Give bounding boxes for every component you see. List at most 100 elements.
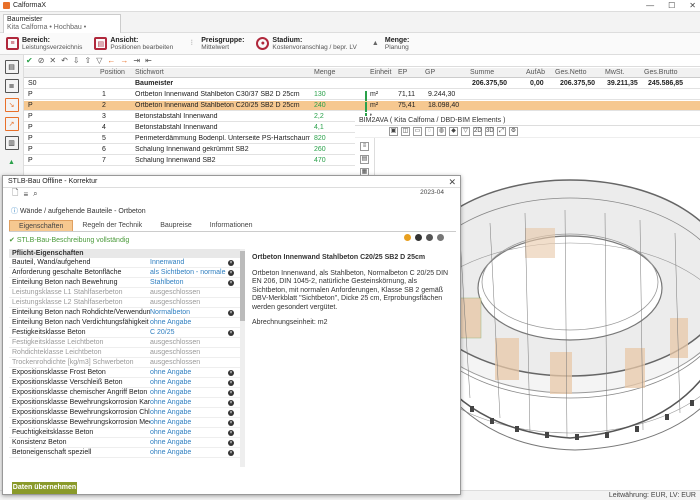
check-icon[interactable]: ✔ — [26, 56, 33, 65]
settings-icon[interactable] — [437, 234, 444, 241]
property-row[interactable]: Leistungsklasse L2 Stahlfaserbeton ausges… — [9, 298, 240, 308]
ribbon-menge[interactable]: ▲ Menge: Planung — [369, 37, 409, 51]
color-icon[interactable]: ◆ — [449, 127, 458, 136]
view-3d-icon[interactable]: 3D — [485, 127, 494, 136]
maximize-button[interactable]: ☐ — [668, 1, 675, 10]
col-gp[interactable]: GP — [425, 69, 435, 76]
new-doc-icon[interactable]: 🗋 — [12, 187, 18, 201]
filter-icon[interactable]: ▽ — [96, 56, 102, 65]
col-aufab[interactable]: AufAb — [526, 69, 545, 76]
scrollbar-thumb[interactable] — [240, 251, 245, 321]
warning-icon[interactable]: ▲ — [5, 155, 19, 169]
close-button[interactable]: ✕ — [689, 1, 696, 10]
ribbon-stadium[interactable]: ● Stadium: Kostenvoranschlag / bepr. LV — [256, 37, 357, 51]
star-icon[interactable] — [426, 234, 433, 241]
property-row[interactable]: Bauteil, Wand/aufgehend Innenwand × — [9, 258, 240, 268]
property-value[interactable]: als Sichtbeton - normale ... — [150, 268, 226, 278]
property-value[interactable]: ohne Angabe — [150, 378, 226, 388]
table-row[interactable]: P 1 Ortbeton Innenwand Stahlbeton C30/37 S… — [24, 90, 700, 101]
clear-value-icon[interactable]: × — [228, 410, 234, 416]
property-row[interactable]: Expositionsklasse chemischer Angriff Bet… — [9, 388, 240, 398]
view-2d-icon[interactable]: 2D — [473, 127, 482, 136]
arrow-left-icon[interactable]: ← — [107, 56, 115, 65]
property-row[interactable]: Konsistenz Beton ohne Angabe × — [9, 438, 240, 448]
property-value[interactable]: Normalbeton — [150, 308, 226, 318]
document-icon[interactable]: ▤ — [4, 60, 19, 74]
group-row[interactable]: S0 Baumeister 206.375,50 0,00 206.375,50… — [24, 79, 700, 89]
col-brutto[interactable]: Ges.Brutto — [644, 69, 677, 76]
property-value[interactable]: ohne Angabe — [150, 388, 226, 398]
property-value[interactable]: ohne Angabe — [150, 428, 226, 438]
property-value[interactable]: Innenwand — [150, 258, 226, 268]
property-value[interactable]: ohne Angabe — [150, 448, 226, 458]
clear-value-icon[interactable]: × — [228, 450, 234, 456]
outdent-icon[interactable]: ⇤ — [145, 56, 152, 65]
table-row[interactable]: P 2 Ortbeton Innenwand Stahlbeton C20/25 S… — [24, 101, 700, 112]
property-row[interactable]: Feuchtigkeitsklasse Beton ohne Angabe × — [9, 428, 240, 438]
property-row[interactable]: Festigkeitsklasse Leichtbeton ausgeschlos… — [9, 338, 240, 348]
export-icon[interactable]: ↗ — [4, 117, 19, 131]
document-list-icon[interactable]: ≣ — [4, 79, 19, 93]
col-mwst[interactable]: MwSt. — [605, 69, 624, 76]
fit-icon[interactable]: ⤢ — [497, 127, 506, 136]
filter-icon[interactable]: ▽ — [461, 127, 470, 136]
property-row[interactable]: Expositionsklasse Bewehrungskorrosion Ch… — [9, 408, 240, 418]
section-icon[interactable]: ◫ — [401, 127, 410, 136]
property-value[interactable]: ohne Angabe — [150, 398, 226, 408]
clear-value-icon[interactable]: × — [228, 330, 234, 336]
col-stichwort[interactable]: Stichwort — [135, 69, 164, 76]
clear-value-icon[interactable]: × — [228, 390, 234, 396]
property-row[interactable]: Expositionsklasse Bewehrungskorrosion Ka… — [9, 398, 240, 408]
report-icon[interactable]: ▥ — [4, 136, 19, 150]
delete-icon[interactable]: ✕ — [49, 56, 56, 65]
move-up-icon[interactable]: ⇧ — [85, 56, 92, 65]
property-value[interactable]: ohne Angabe — [150, 318, 226, 328]
tab-baupreise[interactable]: Baupreise — [151, 220, 201, 231]
measure-icon[interactable]: ▭ — [413, 127, 422, 136]
col-ep[interactable]: EP — [398, 69, 407, 76]
select-icon[interactable]: ▣ — [389, 127, 398, 136]
tab-eigenschaften[interactable]: Eigenschaften — [9, 220, 74, 231]
property-row[interactable]: Rohdichteklasse Leichtbeton ausgeschlosse… — [9, 348, 240, 358]
property-value[interactable]: ohne Angabe — [150, 418, 226, 428]
clear-value-icon[interactable]: × — [228, 440, 234, 446]
clear-value-icon[interactable]: × — [228, 420, 234, 426]
clear-value-icon[interactable]: × — [228, 430, 234, 436]
property-row[interactable]: Leistungsklasse L1 Stahlfaserbeton ausges… — [9, 288, 240, 298]
settings-icon[interactable]: ⚙ — [509, 127, 518, 136]
undo-icon[interactable]: ↶ — [61, 56, 68, 65]
tab-regeln[interactable]: Regeln der Technik — [73, 220, 151, 231]
properties-scrollbar[interactable] — [240, 249, 245, 467]
col-menge[interactable]: Menge — [314, 69, 335, 76]
hide-icon[interactable]: ◌ — [425, 127, 434, 136]
col-netto[interactable]: Ges.Netto — [555, 69, 587, 76]
isolate-icon[interactable]: ◍ — [437, 127, 446, 136]
property-value[interactable]: Stahlbeton — [150, 278, 226, 288]
tree-icon[interactable]: ≡ — [360, 142, 369, 151]
clear-value-icon[interactable]: × — [228, 310, 234, 316]
clear-value-icon[interactable]: × — [228, 270, 234, 276]
minimize-button[interactable]: — — [646, 1, 654, 10]
tab-informationen[interactable]: Informationen — [201, 220, 262, 231]
move-down-icon[interactable]: ⇩ — [73, 56, 80, 65]
apply-data-button[interactable]: Daten übernehmen — [12, 482, 77, 494]
property-row[interactable]: Trockenrohdichte [kg/m3] Schwerbeton ausg… — [9, 358, 240, 368]
property-row[interactable]: Betoneigenschaft speziell ohne Angabe × — [9, 448, 240, 458]
property-row[interactable]: Expositionsklasse Verschleiß Beton ohne A… — [9, 378, 240, 388]
property-row[interactable]: Festigkeitsklasse Beton C 20/25 × — [9, 328, 240, 338]
clear-value-icon[interactable]: × — [228, 370, 234, 376]
close-circle-icon[interactable] — [415, 234, 422, 241]
clear-value-icon[interactable]: × — [228, 400, 234, 406]
indent-icon[interactable]: ⇥ — [133, 56, 140, 65]
layers-icon[interactable]: ▤ — [360, 155, 369, 164]
search-icon[interactable]: ⌕ — [33, 189, 37, 199]
property-value[interactable]: ohne Angabe — [150, 368, 226, 378]
property-value[interactable]: ohne Angabe — [150, 438, 226, 448]
property-value[interactable]: C 20/25 — [150, 328, 226, 338]
property-row[interactable]: Einteilung Beton nach Verdichtungsfähigk… — [9, 318, 240, 328]
ribbon-bereich[interactable]: ≡ Bereich: Leistungsverzeichnis — [6, 37, 82, 51]
property-value[interactable]: ohne Angabe — [150, 408, 226, 418]
arrow-right-icon[interactable]: → — [120, 56, 128, 65]
property-row[interactable]: Einteilung Beton nach Bewehrung Stahlbeto… — [9, 278, 240, 288]
clear-value-icon[interactable]: × — [228, 280, 234, 286]
